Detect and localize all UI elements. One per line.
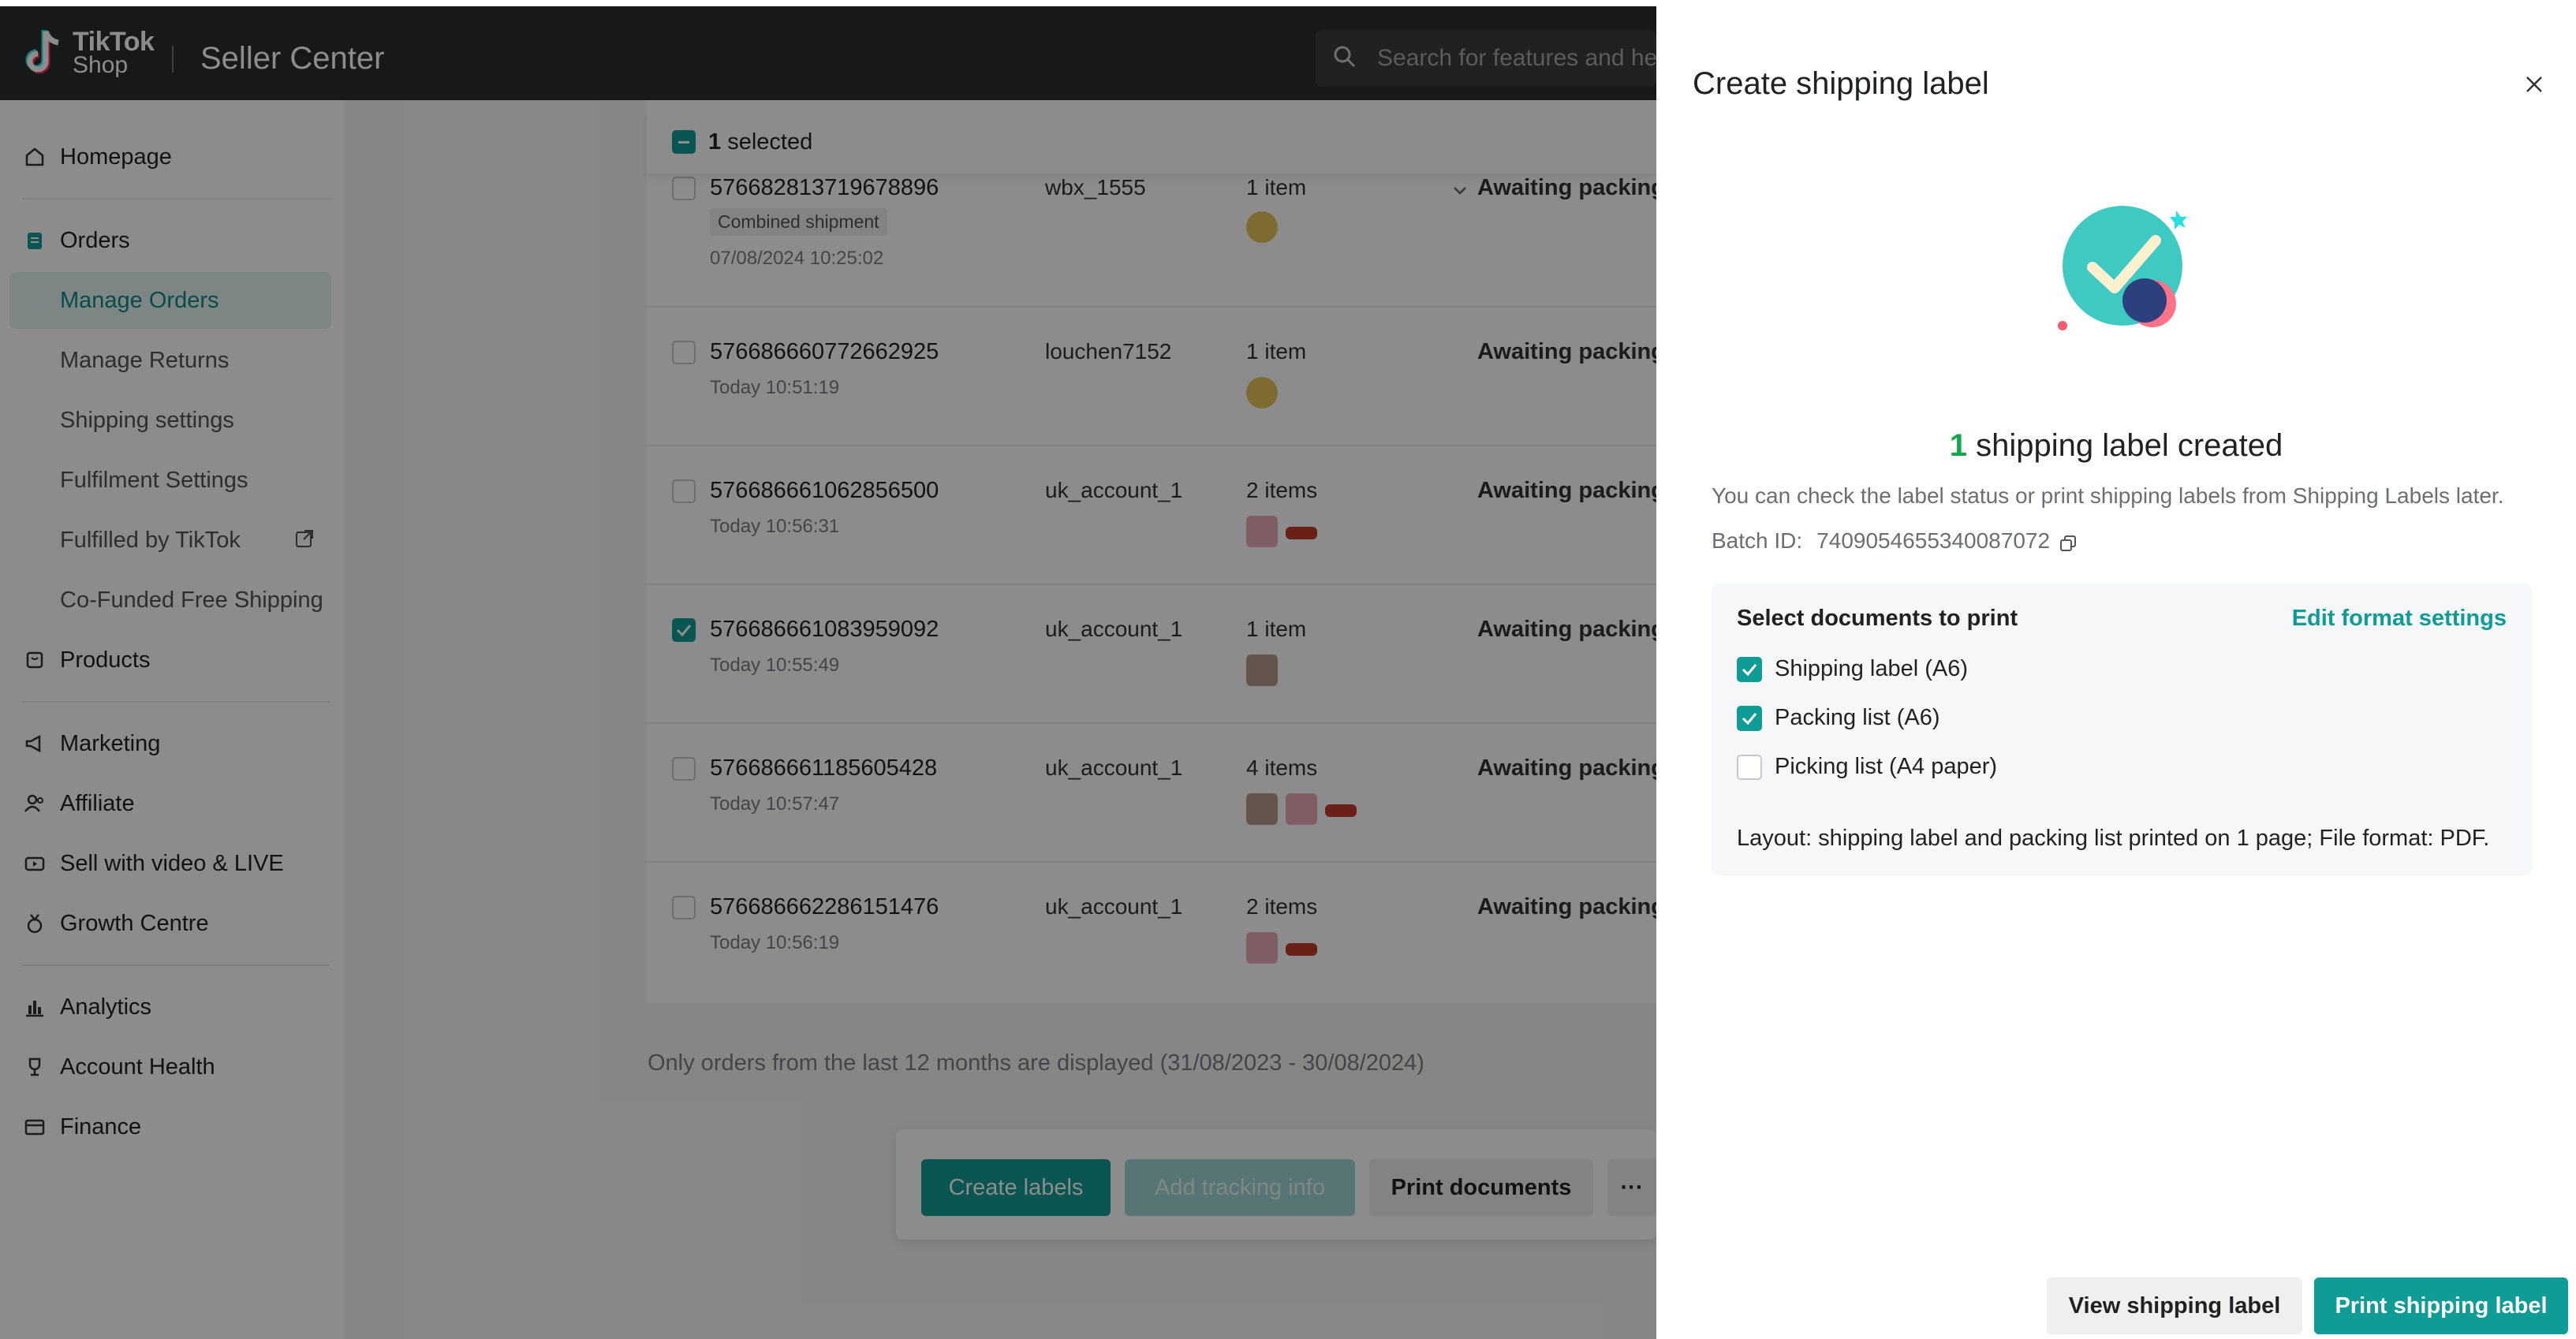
print-shipping-label-button[interactable]: Print shipping label bbox=[2314, 1277, 2568, 1334]
option-packing-list[interactable]: Packing list (A6) bbox=[1737, 705, 1940, 731]
option-label: Picking list (A4 paper) bbox=[1775, 754, 1998, 779]
create-shipping-label-drawer: Create shipping label 1 shipping label c… bbox=[1656, 6, 2576, 1339]
created-text: shipping label created bbox=[1976, 428, 2283, 463]
checkbox-unchecked[interactable] bbox=[1737, 754, 1762, 780]
checkmark-icon bbox=[1742, 712, 1757, 725]
option-picking-list[interactable]: Picking list (A4 paper) bbox=[1737, 754, 1997, 780]
label-status-hint: You can check the label status or print … bbox=[1712, 483, 2504, 508]
print-documents-card: Select documents to print Edit format se… bbox=[1712, 584, 2532, 875]
option-label: Packing list (A6) bbox=[1775, 705, 1940, 730]
checkbox-checked[interactable] bbox=[1737, 656, 1762, 682]
success-illustration-icon bbox=[2055, 200, 2197, 341]
batch-id-value: 7409054655340087072 bbox=[1816, 528, 2051, 553]
modal-overlay[interactable] bbox=[0, 6, 1656, 1339]
batch-id-row: Batch ID: 7409054655340087072 bbox=[1712, 528, 2077, 554]
view-shipping-label-button[interactable]: View shipping label bbox=[2047, 1277, 2302, 1334]
option-label: Shipping label (A6) bbox=[1775, 656, 1969, 681]
close-icon[interactable] bbox=[2522, 73, 2546, 96]
checkbox-checked[interactable] bbox=[1737, 705, 1762, 731]
option-shipping-label[interactable]: Shipping label (A6) bbox=[1737, 656, 1968, 682]
layout-format-note: Layout: shipping label and packing list … bbox=[1737, 826, 2490, 851]
card-title: Select documents to print bbox=[1737, 606, 2018, 631]
checkmark-icon bbox=[1742, 663, 1757, 676]
drawer-title: Create shipping label bbox=[1693, 66, 1989, 101]
copy-icon[interactable] bbox=[2059, 532, 2077, 551]
edit-format-settings-link[interactable]: Edit format settings bbox=[2292, 606, 2507, 632]
created-count: 1 bbox=[1949, 428, 1967, 463]
success-headline: 1 shipping label created bbox=[1656, 428, 2576, 464]
batch-id-label: Batch ID: bbox=[1712, 528, 1803, 553]
top-strip bbox=[0, 0, 2576, 6]
